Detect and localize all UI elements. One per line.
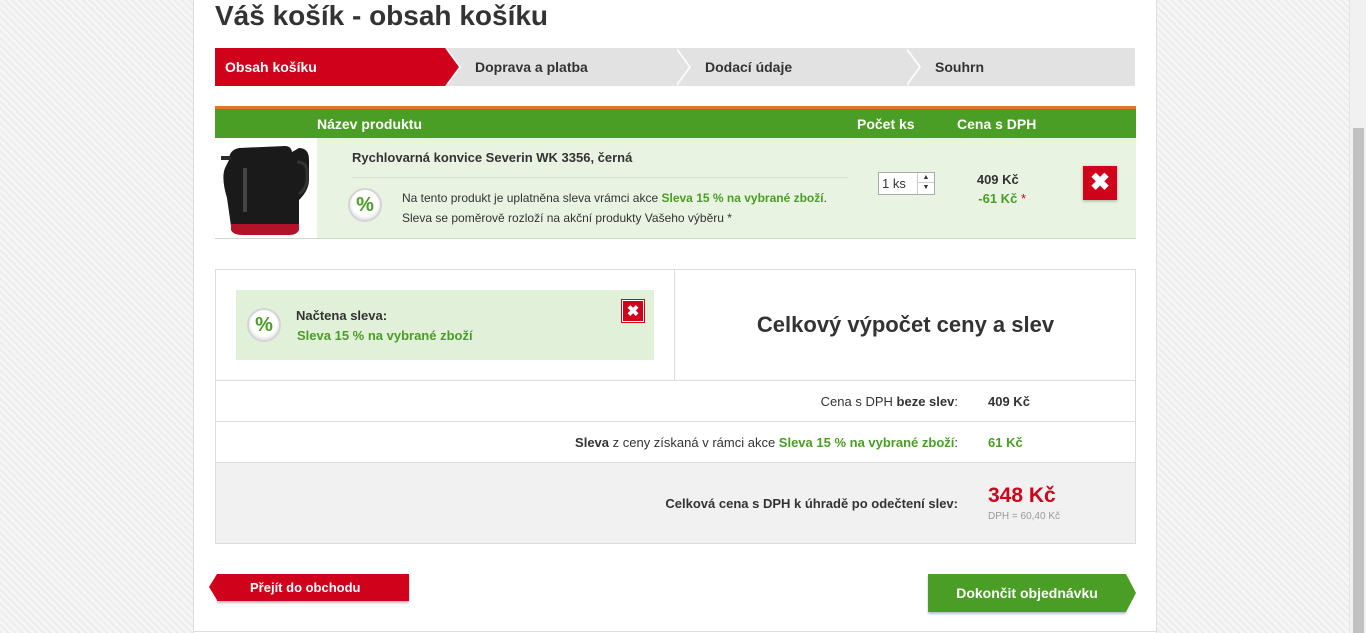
quantity-down-icon[interactable]: ▼ — [918, 183, 934, 193]
label-suffix: : — [954, 435, 958, 450]
step-delivery-details[interactable]: Dodací údaje — [675, 48, 921, 86]
step-cart-content[interactable]: Obsah košíku — [215, 48, 461, 86]
summary-line-label: Cena s DPH beze slev: — [821, 394, 958, 409]
summary-top: % Načtena sleva: Sleva 15 % na vybrané z… — [216, 270, 1135, 381]
back-to-shop-button[interactable]: Přejít do obchodu — [209, 574, 409, 601]
product-name[interactable]: Rychlovarná konvice Severin WK 3356, čer… — [352, 150, 632, 165]
summary-line-label: Sleva z ceny získaná v rámci akce Sleva … — [575, 435, 958, 450]
remove-voucher-button[interactable]: ✖ — [622, 300, 644, 322]
total-price: 348 Kč — [988, 484, 1056, 507]
step-shipping-payment[interactable]: Doprava a platba — [445, 48, 691, 86]
remove-item-button[interactable]: ✖ — [1083, 166, 1117, 200]
divider — [352, 177, 848, 178]
discount-note-prefix: Na tento produkt je uplatněna sleva vrám… — [402, 191, 659, 205]
label-bold: Sleva — [575, 435, 610, 450]
label-middle: z ceny získaná v rámci akce — [609, 435, 779, 450]
scrollbar[interactable] — [1349, 0, 1366, 633]
price-summary: % Načtena sleva: Sleva 15 % na vybrané z… — [215, 269, 1136, 544]
label-promo: Sleva 15 % na vybrané zboží — [778, 435, 955, 450]
checkout-steps: Obsah košíku Doprava a platba Dodací úda… — [215, 48, 1136, 86]
label-bold: beze slev — [896, 394, 955, 409]
step-label: Souhrn — [935, 59, 984, 75]
item-discount-value: -61 Kč — [978, 191, 1018, 206]
cart-table-header: Název produktu Počet ks Cena s DPH — [215, 106, 1136, 138]
label-suffix: : — [954, 394, 958, 409]
page-bottom-border — [194, 631, 1156, 632]
summary-line-value: 61 Kč — [988, 435, 1023, 450]
applied-voucher: % Načtena sleva: Sleva 15 % na vybrané z… — [236, 290, 654, 360]
item-price-value: 409 Kč — [976, 172, 1019, 187]
finish-order-button[interactable]: Dokončit objednávku — [928, 574, 1136, 612]
product-image[interactable] — [215, 138, 317, 238]
summary-title: Celkový výpočet ceny a slev — [756, 312, 1055, 337]
label-prefix: Cena s DPH — [820, 394, 897, 409]
total-label: Celková cena s DPH k úhradě po odečtení … — [665, 496, 958, 511]
summary-line-discount: Sleva z ceny získaná v rámci akce Sleva … — [216, 422, 1135, 463]
quantity-value[interactable]: 1 ks — [882, 176, 906, 191]
column-header-name: Název produktu — [317, 116, 423, 132]
step-label: Doprava a platba — [475, 59, 588, 75]
summary-total: Celková cena s DPH k úhradě po odečtení … — [216, 463, 1135, 543]
step-summary[interactable]: Souhrn — [905, 48, 1135, 86]
voucher-title: Načtena sleva: — [296, 308, 388, 323]
asterisk: * — [1020, 191, 1026, 206]
quantity-spin: ▲ ▼ — [917, 173, 934, 194]
discount-percent-icon: % — [348, 188, 382, 222]
scrollbar-thumb[interactable] — [1353, 128, 1364, 633]
page-container: Váš košík - obsah košíku Obsah košíku Do… — [193, 0, 1157, 633]
step-label: Dodací údaje — [705, 59, 793, 75]
item-price: 409 Kč -61 Kč * — [977, 170, 1026, 208]
discount-note-promo: Sleva 15 % na vybrané zboží — [661, 191, 824, 205]
quantity-stepper[interactable]: 1 ks ▲ ▼ — [878, 172, 935, 195]
total-vat: DPH = 60,40 Kč — [988, 511, 1060, 522]
voucher-name: Sleva 15 % na vybrané zboží — [297, 328, 473, 343]
discount-note-line2: Sleva se poměrově rozloží na akční produ… — [402, 211, 732, 225]
column-header-qty: Počet ks — [857, 116, 915, 132]
discount-note-suffix: . — [823, 191, 827, 205]
column-header-price: Cena s DPH — [957, 116, 1037, 132]
summary-voucher-area: % Načtena sleva: Sleva 15 % na vybrané z… — [216, 270, 675, 380]
step-label: Obsah košíku — [225, 59, 317, 75]
voucher-percent-icon: % — [247, 308, 281, 342]
summary-line-value: 409 Kč — [988, 394, 1030, 409]
summary-line-price: Cena s DPH beze slev: 409 Kč — [216, 381, 1135, 422]
page-title: Váš košík - obsah košíku — [215, 0, 549, 31]
cart-item-row: Rychlovarná konvice Severin WK 3356, čer… — [215, 138, 1136, 239]
quantity-up-icon[interactable]: ▲ — [918, 173, 934, 183]
discount-note: Na tento produkt je uplatněna sleva vrám… — [402, 188, 827, 228]
